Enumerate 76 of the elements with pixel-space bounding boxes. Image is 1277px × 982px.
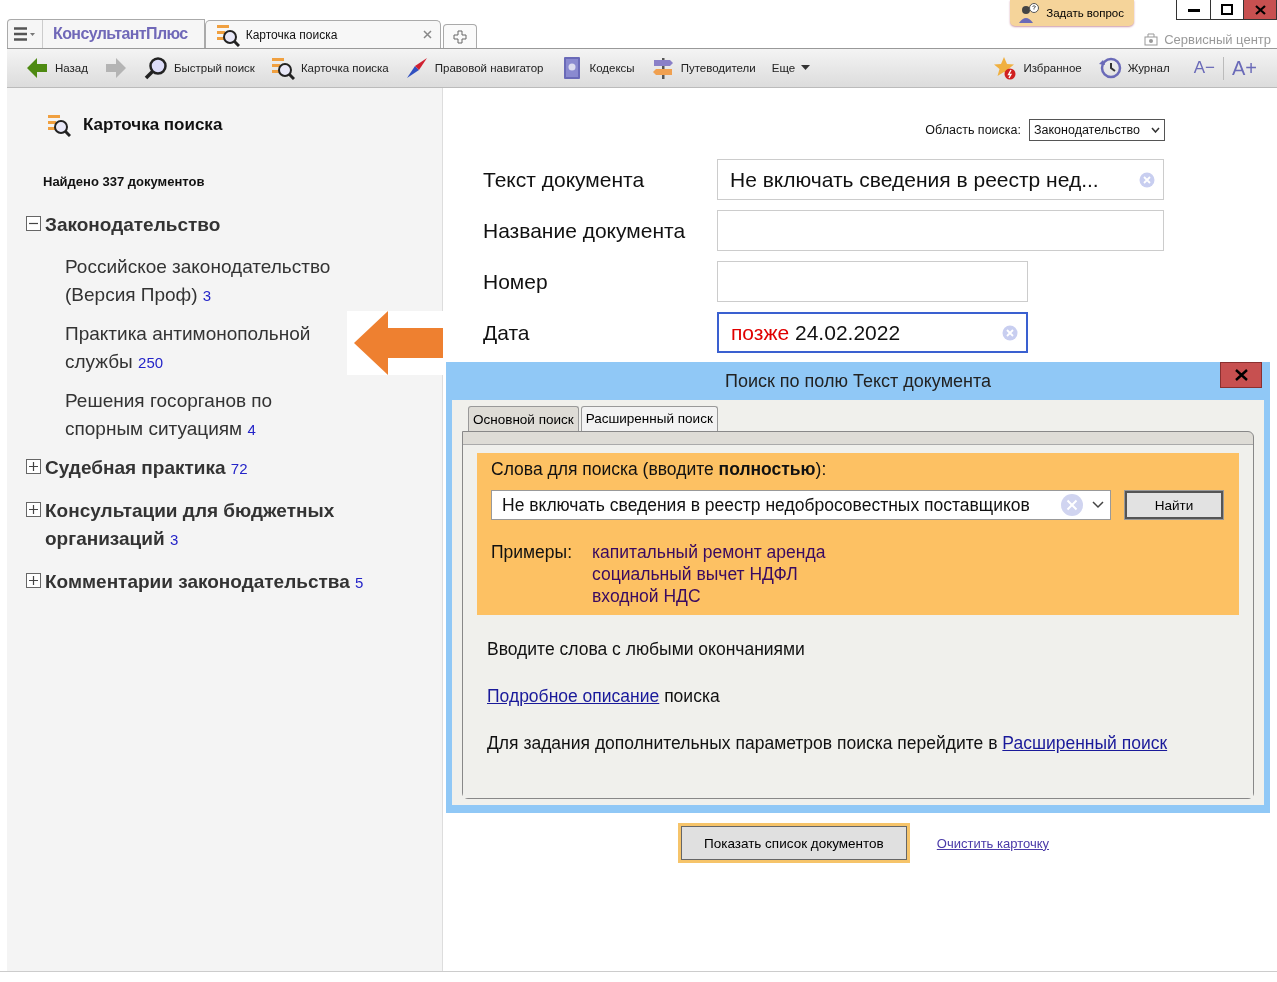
tree-item[interactable]: Российское законодательство (Версия Проф) 3 <box>65 253 341 310</box>
example-query[interactable]: входной НДС <box>592 586 826 607</box>
toolbar-button[interactable]: Кодексы <box>559 56 635 80</box>
expand-icon[interactable] <box>26 502 41 517</box>
toolbar-button[interactable]: Назад <box>25 56 88 80</box>
description-text: Подробное описание поиска <box>487 686 721 707</box>
description-link[interactable]: Подробное описание <box>487 686 660 706</box>
clock-icon <box>1097 56 1122 80</box>
hint-text: Вводите слова с любыми окончаниями <box>487 639 806 660</box>
field-label: Название документа <box>483 218 687 243</box>
toolbar-button[interactable]: Быстрый поиск <box>143 56 255 80</box>
maximize-icon <box>1221 4 1233 15</box>
input-field[interactable] <box>717 261 1028 302</box>
scope-label: Область поиска: <box>925 123 1021 137</box>
toolbar-button[interactable]: Еще <box>771 62 811 74</box>
navigator-icon <box>404 56 429 80</box>
search-card-icon <box>215 22 240 47</box>
toolbar-button[interactable]: Путеводители <box>650 56 756 80</box>
toolbar-button[interactable]: Правовой навигатор <box>404 56 544 80</box>
caret-icon <box>801 65 811 71</box>
toolbar-button[interactable]: Журнал <box>1097 56 1170 80</box>
toolbar-button[interactable]: Избранное <box>993 56 1082 80</box>
input-field[interactable]: Не включать сведения в реестр нед... <box>717 159 1164 200</box>
scope-dropdown[interactable]: Законодательство <box>1029 119 1165 141</box>
back-arrow-icon <box>25 56 49 80</box>
app-logo: КонсультантПлюс <box>52 25 189 43</box>
field-label: Текст документа <box>483 167 646 192</box>
collapse-icon[interactable] <box>26 216 41 231</box>
search-words-field[interactable]: Не включать сведения в реестр недобросовестных поставщиков <box>491 490 1111 520</box>
magnifier-icon <box>143 56 168 80</box>
example-query[interactable]: капитальный ремонт аренда <box>592 542 826 563</box>
person-icon <box>1018 3 1041 23</box>
minimize-icon <box>1187 7 1200 12</box>
font-size-button[interactable]: A+ <box>1222 56 1265 80</box>
found-count: Найдено 337 документов <box>43 174 206 189</box>
chevron-icon <box>1151 127 1160 133</box>
examples-label: Примеры: <box>491 542 573 564</box>
tree-item[interactable]: Законодательство <box>45 211 375 239</box>
ask-question-button[interactable]: Задать вопрос <box>1010 0 1134 26</box>
tree-item[interactable]: Решения госорганов по спорным ситуациям 4 <box>65 387 341 444</box>
input-field[interactable]: позже 24.02.2022 <box>717 312 1028 353</box>
input-field[interactable] <box>717 210 1164 251</box>
toolbar-button[interactable]: Карточка поиска <box>270 56 389 80</box>
forward-arrow-icon <box>103 56 128 80</box>
field-label: Дата <box>483 320 531 345</box>
advanced-search-link[interactable]: Расширенный поиск <box>1002 733 1168 753</box>
search-card-icon <box>47 113 71 137</box>
menu-icon <box>14 27 36 41</box>
show-documents-button[interactable]: Показать список документов <box>681 826 907 860</box>
expand-icon[interactable] <box>26 459 41 474</box>
advanced-text: Для задания дополнительных параметров поиска перейдите в Расширенный поиск <box>487 733 1169 754</box>
search-card-icon <box>270 56 295 80</box>
close-icon[interactable] <box>422 30 432 39</box>
dialog-title: Поиск по полю Текст документа <box>724 370 992 392</box>
tree-item[interactable]: Практика антимонопольной службы 250 <box>65 320 341 377</box>
close-icon <box>1254 4 1266 15</box>
close-icon <box>1234 369 1248 381</box>
dialog-tab[interactable]: Расширенный поиск <box>580 406 718 431</box>
star-icon <box>993 56 1018 80</box>
sidebar-title: Карточка поиска <box>83 115 223 135</box>
document-tab[interactable]: Карточка поиска <box>204 20 441 48</box>
tree-item[interactable]: Консультации для бюджетных организаций 3 <box>45 497 375 554</box>
search-words-label: Слова для поиска (вводите полностью): <box>491 459 828 480</box>
clear-card-link[interactable]: Очистить карточку <box>936 835 1049 851</box>
find-button[interactable]: Найти <box>1125 491 1223 519</box>
field-label: Номер <box>483 269 549 294</box>
plus-icon <box>452 29 467 44</box>
tree-item[interactable]: Судебная практика 72 <box>45 454 375 483</box>
dialog-tab[interactable]: Основной поиск <box>468 406 579 431</box>
tree-item[interactable]: Комментарии законодательства 5 <box>45 568 375 597</box>
dialog-close-button[interactable] <box>1220 362 1262 388</box>
expand-icon[interactable] <box>26 573 41 588</box>
example-query[interactable]: социальный вычет НДФЛ <box>592 564 826 585</box>
close-button[interactable] <box>1243 0 1276 19</box>
chevron-icon[interactable] <box>1092 501 1104 509</box>
font-size-button[interactable]: A− <box>1185 58 1223 78</box>
